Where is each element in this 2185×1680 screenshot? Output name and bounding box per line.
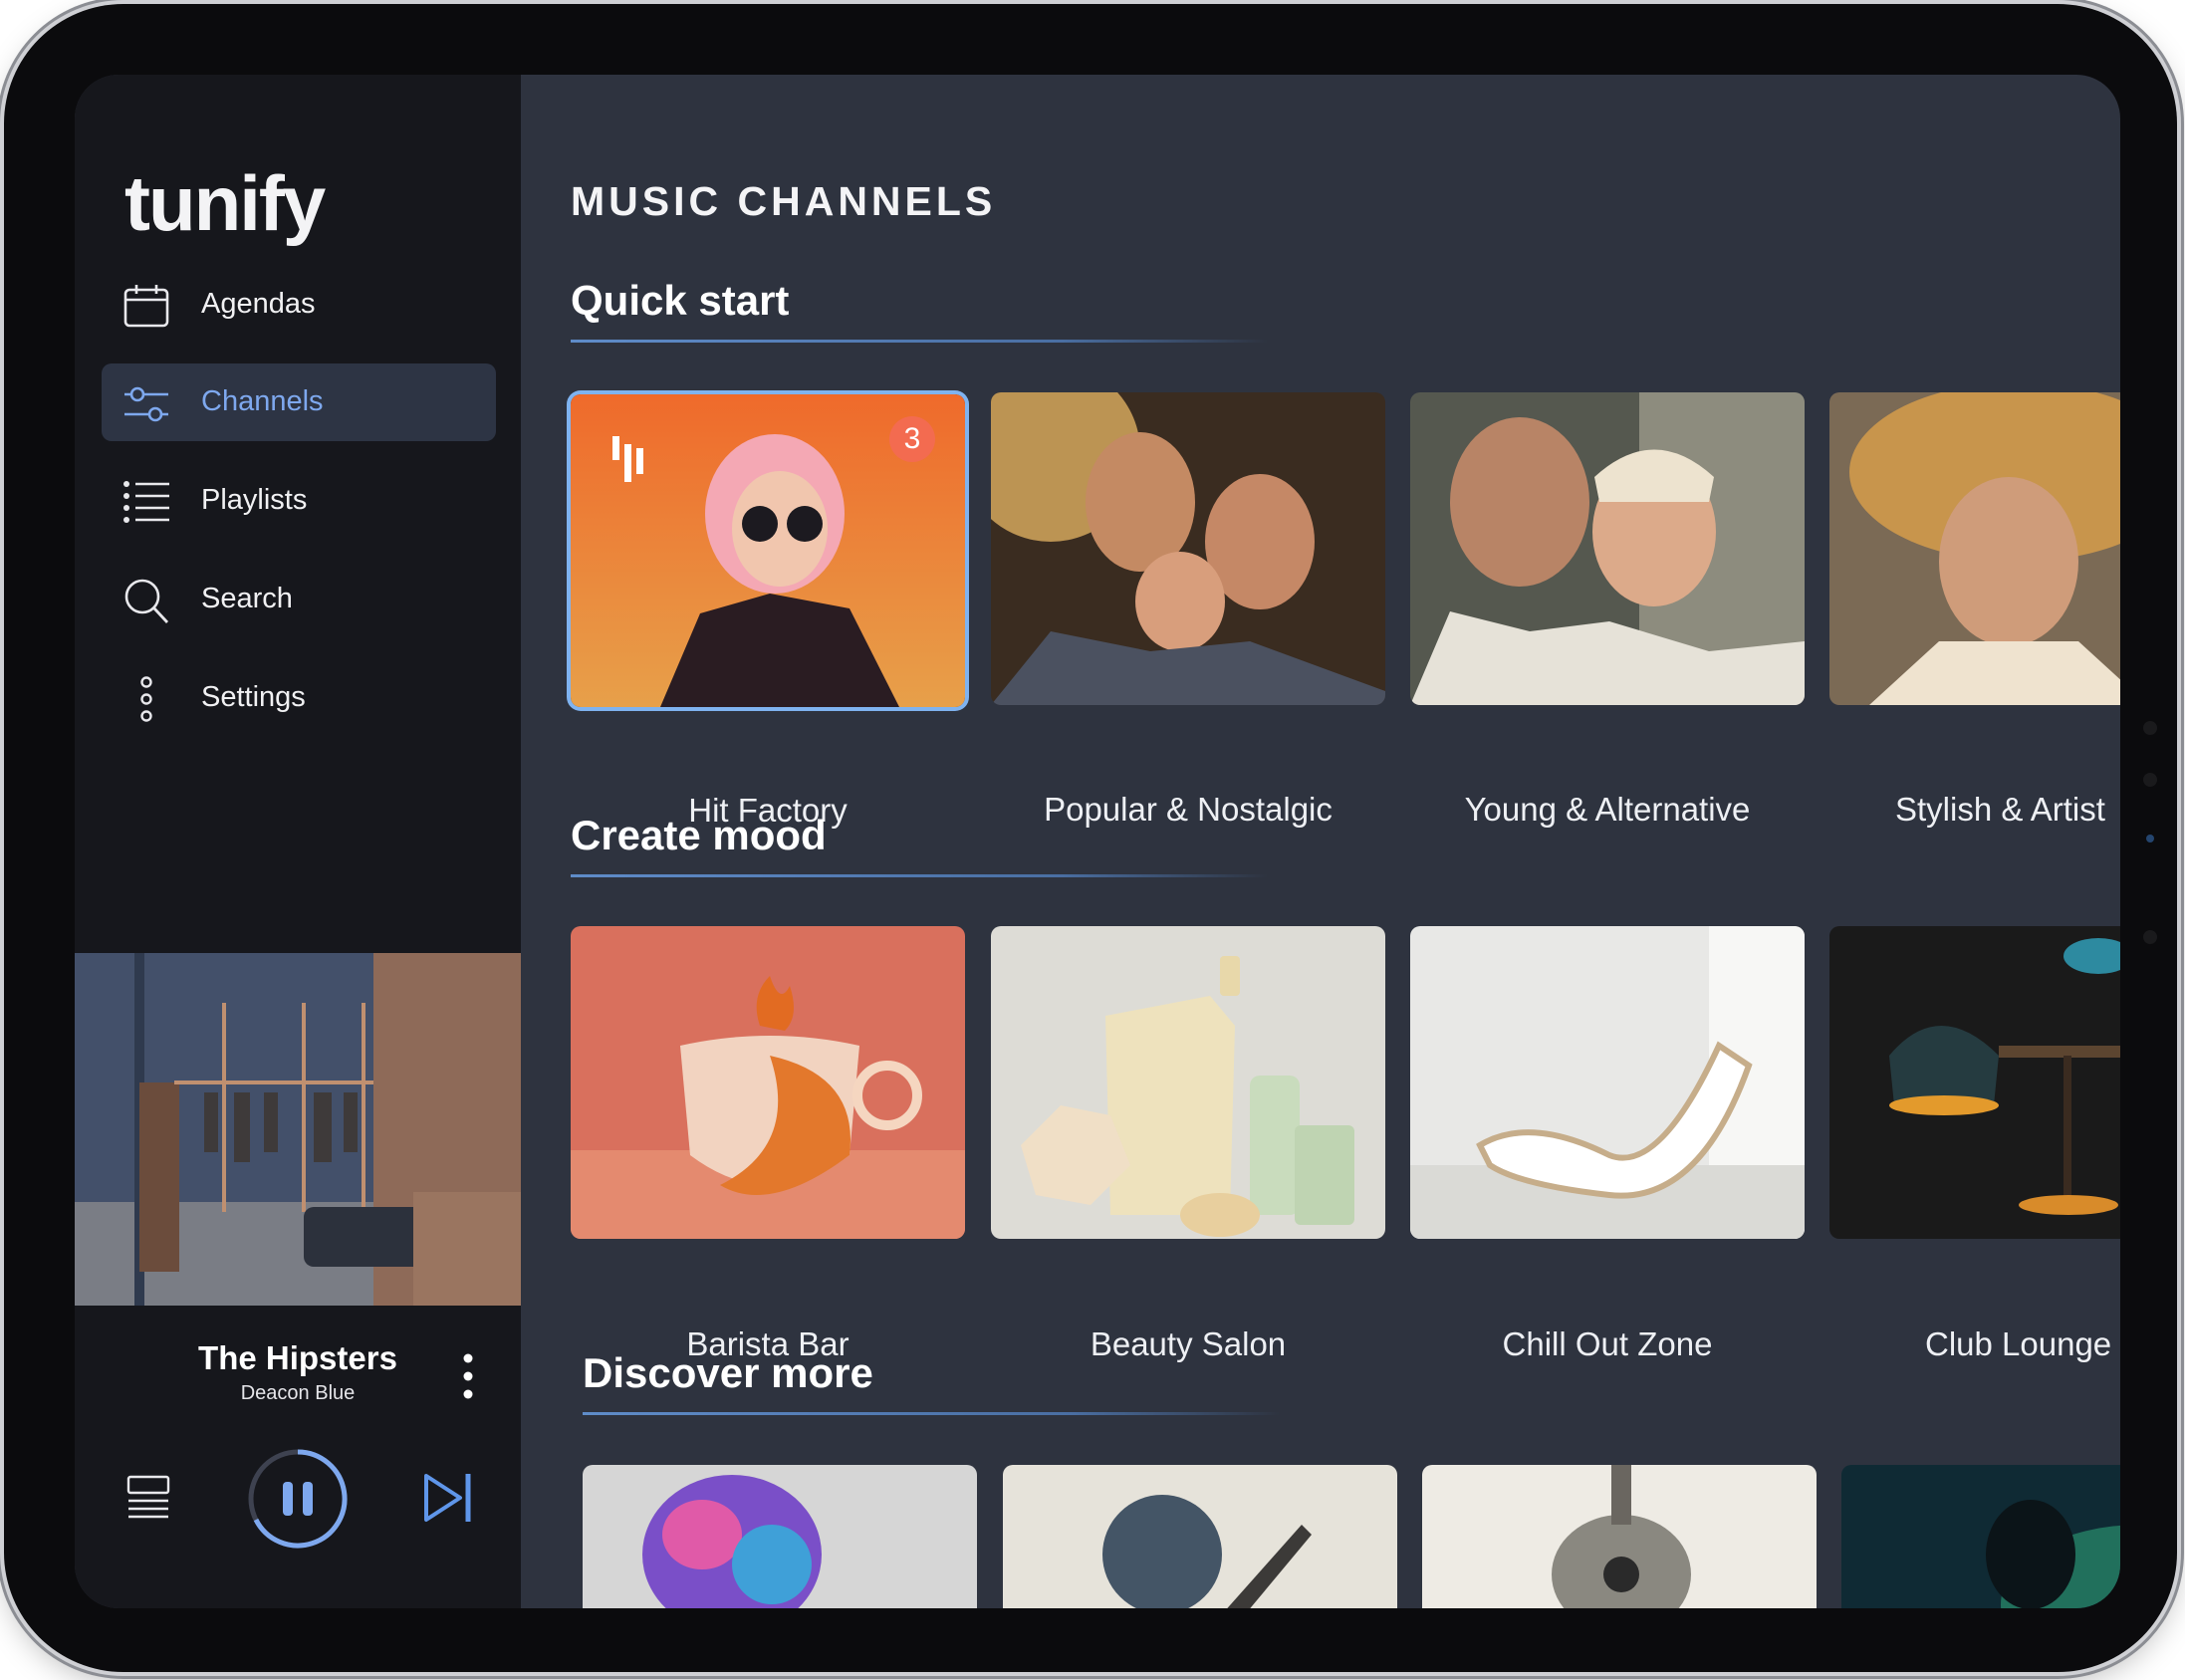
channel-card-image	[1829, 926, 2120, 1239]
channel-card-image	[1003, 1465, 1397, 1608]
channel-card-chill-out-zone[interactable]	[1410, 926, 1805, 1239]
discover-card-1[interactable]	[583, 1465, 977, 1608]
sidebar-item-label: Playlists	[201, 484, 308, 516]
list-icon	[123, 481, 169, 523]
playing-equalizer-icon	[612, 436, 643, 482]
channel-card-image	[1829, 392, 2120, 705]
section-title-quick-start: Quick start	[571, 277, 790, 324]
camera-sensor	[2143, 773, 2157, 787]
sidebar-item-label: Search	[201, 583, 293, 614]
channel-card-image	[1422, 1465, 1817, 1608]
camera-sensor	[2143, 930, 2157, 944]
channel-card-label: Chill Out Zone	[1502, 1325, 1713, 1362]
section-underline	[571, 340, 1268, 343]
channels-icon	[124, 386, 168, 422]
camera-sensor	[2143, 721, 2157, 735]
channel-card-label: Stylish & Artist	[1895, 791, 2105, 828]
sidebar-item-agendas[interactable]: Agendas	[102, 266, 496, 344]
page-title: MUSIC CHANNELS	[571, 178, 997, 224]
now-playing-artwork	[75, 953, 521, 1306]
section-underline	[571, 874, 1268, 877]
skip-next-button[interactable]	[420, 1470, 476, 1526]
channel-card-popular-nostalgic[interactable]	[991, 392, 1385, 705]
app-screen: tunify Agendas Channels Playlists Search…	[75, 75, 2120, 1608]
tablet-frame: tunify Agendas Channels Playlists Search…	[4, 4, 2177, 1672]
channel-card-image	[1410, 392, 1805, 705]
channel-card-image	[583, 1465, 977, 1608]
section-underline	[583, 1412, 1280, 1415]
camera-lens	[2146, 835, 2154, 842]
channel-card-label: Popular & Nostalgic	[1044, 791, 1333, 828]
sidebar-item-label: Agendas	[201, 288, 316, 320]
channel-card-label: Club Lounge	[1925, 1325, 2112, 1362]
channel-card-image	[991, 926, 1385, 1239]
queue-icon[interactable]	[126, 1473, 170, 1525]
section-title-discover-more: Discover more	[583, 1349, 873, 1396]
channel-card-beauty-salon[interactable]	[991, 926, 1385, 1239]
channel-card-label: Beauty Salon	[1090, 1325, 1287, 1362]
channel-card-image	[1841, 1465, 2120, 1608]
channel-card-image	[571, 926, 965, 1239]
discover-card-2[interactable]	[1003, 1465, 1397, 1608]
sidebar-item-playlists[interactable]: Playlists	[102, 462, 496, 540]
sidebar-item-search[interactable]: Search	[102, 561, 496, 638]
section-title-create-mood: Create mood	[571, 812, 827, 858]
settings-icon	[140, 676, 152, 722]
discover-card-3[interactable]	[1422, 1465, 1817, 1608]
channel-card-image	[1410, 926, 1805, 1239]
channel-card-label: Young & Alternative	[1464, 791, 1751, 828]
app-logo: tunify	[124, 159, 326, 247]
sidebar: tunify Agendas Channels Playlists Search…	[75, 75, 521, 1608]
channel-card-image	[991, 392, 1385, 705]
channel-card-club-lounge[interactable]	[1829, 926, 2120, 1239]
sidebar-item-label: Settings	[201, 681, 306, 713]
channel-badge: 3	[889, 416, 935, 462]
search-icon	[124, 579, 169, 623]
channel-card-young-alternative[interactable]	[1410, 392, 1805, 705]
sidebar-item-channels[interactable]: Channels	[102, 363, 496, 441]
main-content: MUSIC CHANNELS Quick start 3 Hit Factory…	[521, 75, 2120, 1608]
pause-button[interactable]	[246, 1447, 350, 1551]
discover-card-4[interactable]	[1841, 1465, 2120, 1608]
channel-card-barista-bar[interactable]	[571, 926, 965, 1239]
channel-card-stylish-artist[interactable]	[1829, 392, 2120, 705]
sidebar-item-label: Channels	[201, 385, 324, 417]
more-options-icon[interactable]	[453, 1346, 483, 1406]
sidebar-item-settings[interactable]: Settings	[102, 659, 496, 737]
calendar-icon	[123, 285, 169, 328]
channel-card-hit-factory[interactable]: 3	[571, 394, 965, 707]
